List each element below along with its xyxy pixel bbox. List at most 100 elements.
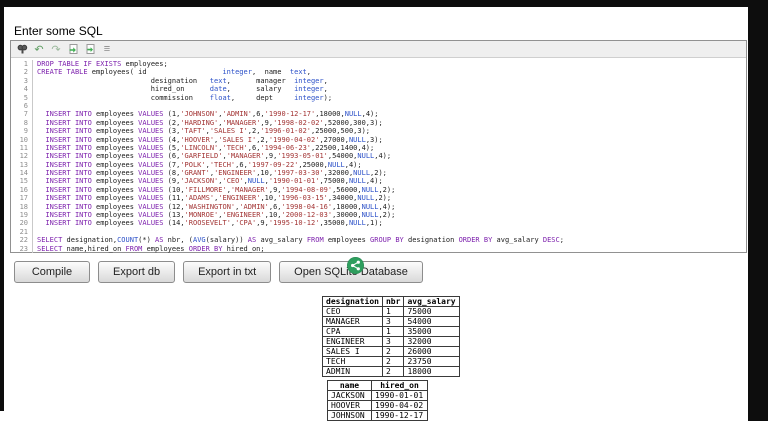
code-line-text: SELECT designation,COUNT(*) AS nbr, (AVG… xyxy=(37,236,564,245)
code-line-text: INSERT INTO employees VALUES (10,'FILLMO… xyxy=(45,185,396,194)
table-cell: 3 xyxy=(381,316,405,327)
line-number: 22 xyxy=(11,236,33,245)
table-cell: JOHNSON xyxy=(327,410,372,421)
load-file-icon[interactable] xyxy=(67,43,79,55)
table-cell: 32000 xyxy=(403,336,460,347)
column-header: nbr xyxy=(381,296,405,307)
code-line-text: CREATE TABLE employees( id integer, name… xyxy=(37,68,311,77)
table-row: JOHNSON 1990-12-17 xyxy=(327,410,428,421)
export-db-button[interactable]: Export db xyxy=(98,261,176,283)
save-file-icon[interactable] xyxy=(84,43,96,55)
screen-edge-top xyxy=(0,0,768,7)
column-header: designation xyxy=(322,296,383,307)
line-number: 7 xyxy=(11,110,33,119)
table-cell: 1 xyxy=(381,326,405,337)
code-line: 7 INSERT INTO employees VALUES (1,'JOHNS… xyxy=(11,110,746,119)
highlight-icon[interactable]: ≡ xyxy=(101,43,113,55)
code-line: 8 INSERT INTO employees VALUES (2,'HARDI… xyxy=(11,118,746,128)
code-line-text: hired_on date, salary integer, xyxy=(37,85,328,94)
table-cell: 1990-12-17 xyxy=(371,410,428,421)
code-line: 11 INSERT INTO employees VALUES (5,'LINC… xyxy=(11,143,746,153)
code-line: 4 hired_on date, salary integer, xyxy=(11,85,746,94)
undo-icon[interactable]: ↶ xyxy=(33,43,45,55)
table-row: CPA 1 35000 xyxy=(322,326,460,337)
table-row: ENGINEER 3 32000 xyxy=(322,336,460,347)
code-line-text: INSERT INTO employees VALUES (12,'WASHIN… xyxy=(45,202,396,211)
code-line-text: INSERT INTO employees VALUES (1,'JOHNSON… xyxy=(45,110,379,119)
export-txt-button[interactable]: Export in txt xyxy=(183,261,272,283)
table-cell: 2 xyxy=(381,356,405,367)
table-row: CEO 1 75000 xyxy=(322,306,460,317)
code-line: 5 commission float, dept integer); xyxy=(11,93,746,102)
table-row: HOOVER 1990-04-02 xyxy=(327,400,428,411)
line-number: 10 xyxy=(11,135,33,144)
line-number: 18 xyxy=(11,202,33,212)
line-number: 17 xyxy=(11,194,33,203)
code-area[interactable]: 1 DROP TABLE IF EXISTS employees; 2 CREATE … xyxy=(11,58,746,253)
table-cell: ENGINEER xyxy=(322,336,383,347)
code-line-text: INSERT INTO employees VALUES (2,'HARDING… xyxy=(45,118,383,127)
table-cell: 54000 xyxy=(403,316,460,327)
redo-icon[interactable]: ↷ xyxy=(50,43,62,55)
code-line-text: INSERT INTO employees VALUES (8,'GRANT',… xyxy=(45,169,387,178)
code-line: 17 INSERT INTO employees VALUES (11,'ADA… xyxy=(11,194,746,203)
table-cell: 2 xyxy=(381,366,405,377)
code-line: 20 INSERT INTO employees VALUES (14,'ROO… xyxy=(11,219,746,228)
code-line: 23 SELECT name,hired_on FROM employees OR… xyxy=(11,244,746,253)
table-cell: 3 xyxy=(381,336,405,347)
page-title: Enter some SQL xyxy=(14,24,103,38)
code-line: 14 INSERT INTO employees VALUES (8,'GRAN… xyxy=(11,169,746,178)
table-row: SALES I 2 26000 xyxy=(322,346,460,357)
table-cell: SALES I xyxy=(322,346,383,357)
code-line-text: INSERT INTO employees VALUES (6,'GARFIEL… xyxy=(45,152,392,161)
line-number: 20 xyxy=(11,219,33,228)
line-number: 4 xyxy=(11,85,33,94)
table-cell: 2 xyxy=(381,346,405,357)
line-number: 9 xyxy=(11,127,33,136)
code-line: 3 designation text, manager integer, xyxy=(11,76,746,86)
column-header: avg_salary xyxy=(403,296,460,307)
table-cell: 75000 xyxy=(403,306,460,317)
code-line: 21 xyxy=(11,227,746,237)
line-number: 5 xyxy=(11,93,33,102)
column-header: hired_on xyxy=(371,380,428,391)
line-number: 12 xyxy=(11,152,33,161)
line-number: 1 xyxy=(11,60,33,69)
line-number: 3 xyxy=(11,76,33,86)
screen-edge-right xyxy=(748,0,768,421)
code-line: 13 INSERT INTO employees VALUES (7,'POLK… xyxy=(11,160,746,170)
line-number: 14 xyxy=(11,169,33,178)
code-line: 9 INSERT INTO employees VALUES (3,'TAFT'… xyxy=(11,127,746,136)
table-row: JACKSON 1990-01-01 xyxy=(327,390,428,401)
sql-editor: ↶ ↷ ≡ 1 DROP TABLE IF EXISTS employees; 2 C… xyxy=(10,40,747,253)
table-cell: 18000 xyxy=(403,366,460,377)
table-cell: 1 xyxy=(381,306,405,317)
line-number: 11 xyxy=(11,143,33,153)
table-row: MANAGER 3 54000 xyxy=(322,316,460,327)
code-line: 18 INSERT INTO employees VALUES (12,'WAS… xyxy=(11,202,746,212)
screen-edge-left xyxy=(0,0,4,411)
table-cell: ADMIN xyxy=(322,366,383,377)
code-line: 16 INSERT INTO employees VALUES (10,'FIL… xyxy=(11,185,746,195)
code-line-text: INSERT INTO employees VALUES (11,'ADAMS'… xyxy=(45,194,392,203)
code-line-text: commission float, dept integer); xyxy=(37,93,333,102)
code-line-text: INSERT INTO employees VALUES (4,'HOOVER'… xyxy=(45,135,383,144)
result-table-designations: designation nbr avg_salary CEO 1 75000 MANAGER… xyxy=(322,296,460,377)
table-cell: TECH xyxy=(322,356,383,367)
table-cell: 1990-04-02 xyxy=(371,400,428,411)
table-cell: 1990-01-01 xyxy=(371,390,428,401)
column-header: name xyxy=(327,380,372,391)
result-table-hired-on: name hired_on JACKSON 1990-01-01 HOOVER 1990-… xyxy=(327,380,428,421)
compile-button[interactable]: Compile xyxy=(14,261,90,283)
search-icon[interactable] xyxy=(16,43,28,55)
table-cell: 35000 xyxy=(403,326,460,337)
code-line: 19 INSERT INTO employees VALUES (13,'MON… xyxy=(11,211,746,220)
code-line-text: designation text, manager integer, xyxy=(37,76,328,85)
share-icon[interactable] xyxy=(347,257,364,274)
table-cell: MANAGER xyxy=(322,316,383,327)
table-cell: HOOVER xyxy=(327,400,372,411)
table-cell: JACKSON xyxy=(327,390,372,401)
line-number: 6 xyxy=(11,101,33,111)
line-number: 23 xyxy=(11,244,33,253)
